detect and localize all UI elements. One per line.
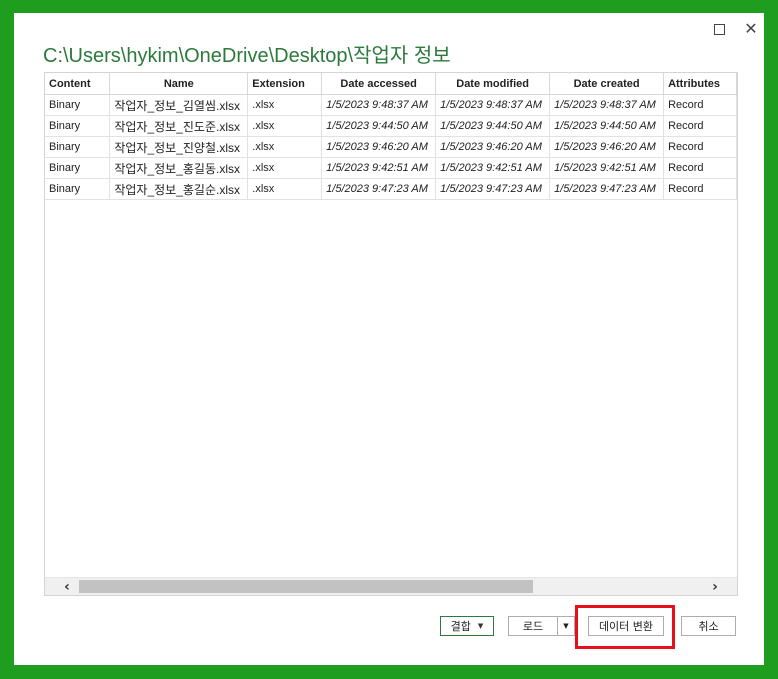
cell-date-accessed: 1/5/2023 9:46:20 AM — [321, 136, 437, 158]
cell-name: 작업자_정보_홍길동.xlsx — [109, 157, 249, 179]
column-header[interactable]: Date accessed — [321, 73, 437, 95]
navigator-dialog: ✕ C:\Users\hykim\OneDrive\Desktop\작업자 정보… — [14, 13, 764, 665]
combine-button[interactable]: 결합 ▼ — [440, 616, 494, 636]
cell-extension: .xlsx — [247, 178, 323, 200]
combine-label: 결합 — [450, 620, 471, 633]
table-row[interactable]: Binary 작업자_정보_홍길동.xlsx .xlsx 1/5/2023 9:… — [45, 157, 737, 179]
cell-extension: .xlsx — [247, 157, 323, 179]
cell-date-modified: 1/5/2023 9:46:20 AM — [435, 136, 551, 158]
table-row[interactable]: Binary 작업자_정보_김열씸.xlsx .xlsx 1/5/2023 9:… — [45, 94, 737, 116]
table-row[interactable]: Binary 작업자_정보_진양철.xlsx .xlsx 1/5/2023 9:… — [45, 136, 737, 158]
cell-date-accessed: 1/5/2023 9:47:23 AM — [321, 178, 437, 200]
file-table: Content Name Extension Date accessed Dat… — [45, 73, 737, 200]
cell-date-modified: 1/5/2023 9:47:23 AM — [435, 178, 551, 200]
cell-attributes: Record — [663, 157, 737, 179]
cell-date-accessed: 1/5/2023 9:48:37 AM — [321, 94, 437, 116]
column-header[interactable]: Date created — [549, 73, 665, 95]
cell-date-accessed: 1/5/2023 9:44:50 AM — [321, 115, 437, 137]
cell-date-accessed: 1/5/2023 9:42:51 AM — [321, 157, 437, 179]
chevron-right-icon[interactable]: › — [707, 578, 723, 595]
folder-path-title: C:\Users\hykim\OneDrive\Desktop\작업자 정보 — [43, 45, 451, 67]
close-button[interactable]: ✕ — [739, 17, 763, 41]
load-button[interactable]: 로드 — [508, 616, 558, 636]
table-header-row: Content Name Extension Date accessed Dat… — [45, 73, 737, 95]
cell-date-modified: 1/5/2023 9:44:50 AM — [435, 115, 551, 137]
table-row[interactable]: Binary 작업자_정보_진도준.xlsx .xlsx 1/5/2023 9:… — [45, 115, 737, 137]
scrollbar-thumb[interactable] — [79, 580, 533, 593]
chevron-left-icon[interactable]: ‹ — [59, 578, 75, 595]
load-dropdown-button[interactable]: ▼ — [557, 616, 575, 636]
cell-attributes: Record — [663, 115, 737, 137]
column-header[interactable]: Name — [109, 73, 249, 95]
column-header[interactable]: Extension — [247, 73, 323, 95]
load-label: 로드 — [522, 620, 544, 633]
cell-extension: .xlsx — [247, 115, 323, 137]
highlight-box — [575, 605, 675, 649]
cancel-label: 취소 — [698, 620, 719, 633]
caret-down-icon: ▼ — [477, 622, 484, 630]
cell-date-created: 1/5/2023 9:47:23 AM — [549, 178, 665, 200]
horizontal-scrollbar[interactable]: ‹ › — [45, 577, 737, 595]
cell-date-modified: 1/5/2023 9:42:51 AM — [435, 157, 551, 179]
close-icon: ✕ — [744, 19, 758, 38]
column-header[interactable]: Attributes — [663, 73, 737, 95]
cell-content: Binary — [45, 115, 111, 137]
cell-content: Binary — [45, 136, 111, 158]
cell-name: 작업자_정보_진양철.xlsx — [109, 136, 249, 158]
column-header[interactable]: Date modified — [435, 73, 551, 95]
cell-content: Binary — [45, 178, 111, 200]
maximize-icon — [713, 23, 725, 35]
cell-attributes: Record — [663, 178, 737, 200]
cell-date-created: 1/5/2023 9:48:37 AM — [549, 94, 665, 116]
cell-date-created: 1/5/2023 9:46:20 AM — [549, 136, 665, 158]
cancel-button[interactable]: 취소 — [681, 616, 736, 636]
table-row[interactable]: Binary 작업자_정보_홍길순.xlsx .xlsx 1/5/2023 9:… — [45, 178, 737, 200]
cell-attributes: Record — [663, 94, 737, 116]
column-header[interactable]: Content — [45, 73, 111, 95]
cell-date-created: 1/5/2023 9:42:51 AM — [549, 157, 665, 179]
cell-content: Binary — [45, 94, 111, 116]
cell-date-modified: 1/5/2023 9:48:37 AM — [435, 94, 551, 116]
maximize-button[interactable] — [707, 17, 731, 41]
cell-name: 작업자_정보_김열씸.xlsx — [109, 94, 249, 116]
cell-name: 작업자_정보_진도준.xlsx — [109, 115, 249, 137]
cell-date-created: 1/5/2023 9:44:50 AM — [549, 115, 665, 137]
cell-extension: .xlsx — [247, 136, 323, 158]
cell-name: 작업자_정보_홍길순.xlsx — [109, 178, 249, 200]
cell-content: Binary — [45, 157, 111, 179]
file-table-frame: Content Name Extension Date accessed Dat… — [44, 72, 738, 596]
cell-attributes: Record — [663, 136, 737, 158]
cell-extension: .xlsx — [247, 94, 323, 116]
caret-down-icon: ▼ — [563, 622, 569, 630]
